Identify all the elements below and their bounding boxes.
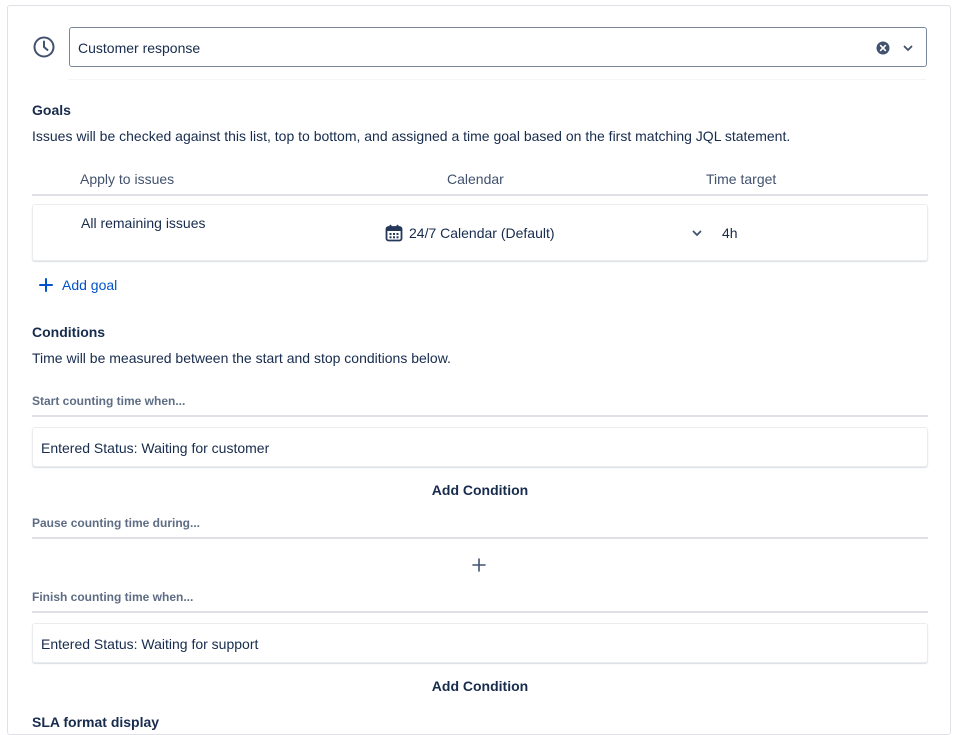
conditions-description: Time will be measured between the start … bbox=[32, 350, 451, 366]
start-condition-item[interactable]: Entered Status: Waiting for customer bbox=[32, 427, 928, 467]
sla-format-display-title: SLA format display bbox=[32, 714, 160, 730]
calendar-select[interactable]: 24/7 Calendar (Default) bbox=[378, 215, 703, 251]
plus-icon[interactable] bbox=[472, 558, 486, 572]
add-goal-button[interactable]: Add goal bbox=[38, 274, 117, 296]
column-calendar: Calendar bbox=[447, 171, 504, 187]
calendar-icon bbox=[385, 224, 403, 242]
goals-description: Issues will be checked against this list… bbox=[32, 128, 791, 144]
divider bbox=[68, 79, 926, 80]
sla-name-value: Customer response bbox=[78, 40, 201, 56]
start-condition-text: Entered Status: Waiting for customer bbox=[41, 440, 270, 456]
conditions-title: Conditions bbox=[32, 324, 106, 340]
sla-editor-card: Customer response Goals Issues will be c… bbox=[7, 5, 951, 735]
add-start-condition-button[interactable]: Add Condition bbox=[32, 482, 928, 498]
goals-title: Goals bbox=[32, 102, 71, 118]
pause-condition-label: Pause counting time during... bbox=[32, 516, 928, 539]
sla-name-row: Customer response bbox=[32, 27, 928, 67]
clear-icon[interactable] bbox=[876, 41, 890, 55]
calendar-value: 24/7 Calendar (Default) bbox=[409, 225, 555, 241]
time-target-value: 4h bbox=[722, 225, 738, 241]
chevron-down-icon[interactable] bbox=[691, 227, 703, 239]
column-time-target: Time target bbox=[706, 171, 777, 187]
add-finish-condition-label: Add Condition bbox=[431, 678, 529, 694]
start-condition-label: Start counting time when... bbox=[32, 394, 928, 417]
sla-name-select[interactable]: Customer response bbox=[69, 27, 927, 67]
add-finish-condition-button[interactable]: Add Condition bbox=[32, 678, 928, 694]
plus-icon bbox=[39, 278, 53, 292]
add-goal-label: Add goal bbox=[62, 277, 118, 293]
finish-condition-label: Finish counting time when... bbox=[32, 590, 928, 613]
time-target-input[interactable]: 4h bbox=[716, 215, 916, 251]
goal-apply-to[interactable]: All remaining issues bbox=[81, 215, 206, 231]
finish-condition-text: Entered Status: Waiting for support bbox=[41, 636, 259, 652]
chevron-down-icon[interactable] bbox=[902, 42, 914, 54]
column-apply-to-issues: Apply to issues bbox=[80, 171, 175, 187]
finish-condition-item[interactable]: Entered Status: Waiting for support bbox=[32, 623, 928, 663]
goals-table-header: Apply to issues Calendar Time target bbox=[32, 164, 928, 196]
clock-icon bbox=[33, 36, 55, 58]
add-start-condition-label: Add Condition bbox=[431, 482, 529, 498]
goal-row: All remaining issues 24/7 Calendar (Defa… bbox=[32, 204, 928, 261]
